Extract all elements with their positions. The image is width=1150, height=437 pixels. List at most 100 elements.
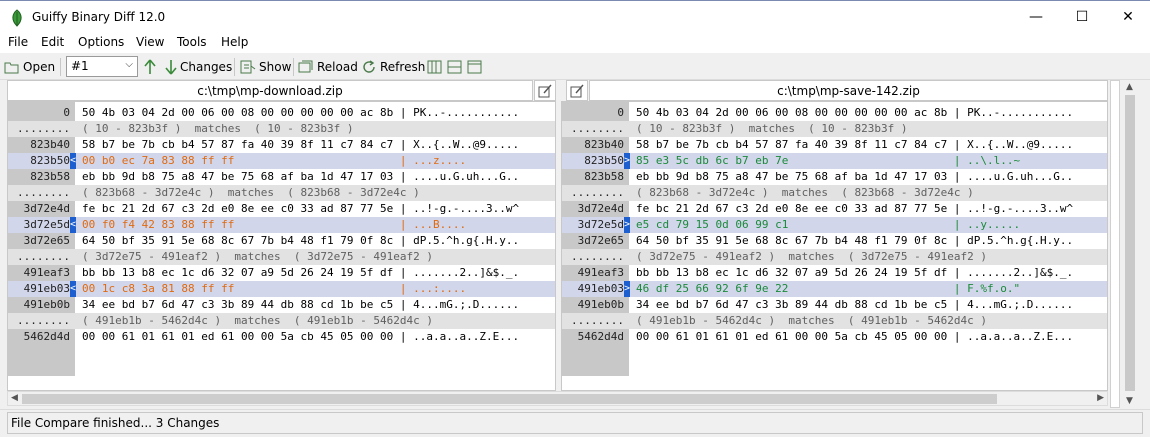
row-address: ........ (17, 122, 70, 135)
changed-row[interactable]: 3d72e5d > e5 cd 79 15 0d 06 99 c1 | ..y...… (562, 217, 1107, 233)
layout-single-button[interactable] (467, 57, 482, 77)
changed-row[interactable]: 823b50 >85 e3 5c db 6c b7 eb 7e | ..\.l..… (562, 153, 1107, 169)
hex-row[interactable]: 823b40 58 b7 be 7b cb b4 57 87 fa 40 39 8… (8, 137, 555, 153)
hex-bytes: 34 ee bd b7 6d 47 c3 3b 89 44 db 88 cd 1… (636, 298, 1074, 311)
row-address: 3d72e4d (23, 202, 70, 215)
open-folder-icon (4, 62, 19, 74)
match-summary-row[interactable]: ........ ( 3d72e75 - 491eaf2 ) matches ( … (8, 249, 555, 265)
split-horizontal-icon (447, 60, 462, 74)
row-address: 823b50 (584, 154, 624, 167)
left-edit-button[interactable] (534, 80, 556, 101)
row-address: 0 (63, 106, 70, 119)
row-address: ........ (17, 186, 70, 199)
hex-row[interactable]: 3d72e4d fe bc 21 2d 67 c3 2d e0 8e ee c0 … (562, 201, 1107, 217)
hex-row[interactable]: 491eaf3 bb bb 13 b8 ec 1c d6 32 07 a9 5d … (8, 265, 555, 281)
hex-bytes: 85 e3 5c db 6c b7 eb 7e | ..\.l..~ (636, 154, 1021, 167)
match-summary-row[interactable]: ........ ( 3d72e75 - 491eaf2 ) matches ( … (562, 249, 1107, 265)
hex-bytes: 00 b0 ec 7a 83 88 ff ff | ...z.... (82, 154, 467, 167)
toolbar: Open #1 ⌵ Changes Show Reload Refresh (0, 53, 1150, 80)
hex-row[interactable]: 823b40 58 b7 be 7b cb b4 57 87 fa 40 39 8… (562, 137, 1107, 153)
changed-row[interactable]: 491eb03 <00 1c c8 3a 81 88 ff ff | ...:..… (8, 281, 555, 297)
show-button[interactable]: Show (240, 57, 291, 77)
match-summary-row[interactable]: ........ ( 823b68 - 3d72e4c ) matches ( 8… (562, 185, 1107, 201)
hex-row[interactable]: 5462d4d 00 00 61 01 61 01 ed 61 00 00 5a … (8, 329, 555, 345)
minimize-button[interactable]: — (1013, 1, 1059, 33)
vertical-scrollbar[interactable]: ▲ ▼ (1122, 80, 1138, 408)
right-hex-pane[interactable]: 0 50 4b 03 04 2d 00 06 00 08 00 00 00 00 … (561, 101, 1108, 391)
scroll-left-icon[interactable]: ◀ (11, 393, 18, 403)
layout-over-under-button[interactable] (447, 57, 462, 77)
scroll-up-icon[interactable]: ▲ (1126, 82, 1133, 92)
row-address: 3d72e65 (23, 234, 70, 247)
close-button[interactable]: ✕ (1105, 1, 1150, 33)
open-button[interactable]: Open (4, 57, 55, 77)
change-selector-dropdown[interactable]: #1 ⌵ (66, 56, 138, 77)
changed-row[interactable]: 491eb03 >46 df 25 66 92 6f 9e 22 | F.%f.o… (562, 281, 1107, 297)
row-address: ........ (571, 314, 624, 327)
hex-row[interactable]: 491eb0b 34 ee bd b7 6d 47 c3 3b 89 44 db … (562, 297, 1107, 313)
row-address: 823b40 (30, 138, 70, 151)
menu-options[interactable]: Options (78, 35, 124, 49)
match-summary-row[interactable]: ........ ( 491eb1b - 5462d4c ) matches ( … (8, 313, 555, 329)
refresh-button[interactable]: Refresh (361, 57, 425, 77)
menu-tools[interactable]: Tools (177, 35, 207, 49)
status-bar: File Compare finished... 3 Changes (0, 409, 1150, 437)
menu-view[interactable]: View (136, 35, 164, 49)
open-label: Open (23, 60, 56, 74)
layout-side-by-side-button[interactable] (427, 57, 442, 77)
row-address: 5462d4d (23, 330, 70, 343)
row-address: ........ (571, 186, 624, 199)
hex-bytes: 00 00 61 01 61 01 ed 61 00 00 5a cb 45 0… (636, 330, 1074, 343)
scroll-right-icon[interactable]: ▶ (1097, 393, 1104, 403)
row-address: ........ (571, 250, 624, 263)
menu-help[interactable]: Help (221, 35, 248, 49)
previous-change-button[interactable] (144, 57, 156, 77)
row-address: 3d72e65 (577, 234, 624, 247)
reload-button[interactable]: Reload (298, 57, 358, 77)
maximize-button[interactable]: ☐ (1059, 1, 1105, 33)
hex-bytes: ( 491eb1b - 5462d4c ) matches ( 491eb1b … (636, 314, 987, 327)
hex-row[interactable]: 491eaf3 bb bb 13 b8 ec 1c d6 32 07 a9 5d … (562, 265, 1107, 281)
hex-bytes: 00 00 61 01 61 01 ed 61 00 00 5a cb 45 0… (82, 330, 520, 343)
changed-row[interactable]: 823b50 <00 b0 ec 7a 83 88 ff ff | ...z...… (8, 153, 555, 169)
match-summary-row[interactable]: ........ ( 10 - 823b3f ) matches ( 10 - 8… (8, 121, 555, 137)
row-address: ........ (17, 314, 70, 327)
hex-row[interactable]: 5462d4d 00 00 61 01 61 01 ed 61 00 00 5a … (562, 329, 1107, 345)
match-summary-row[interactable]: ........ ( 491eb1b - 5462d4c ) matches ( … (562, 313, 1107, 329)
match-summary-row[interactable]: ........ ( 823b68 - 3d72e4c ) matches ( 8… (8, 185, 555, 201)
hex-bytes: fe bc 21 2d 67 c3 2d e0 8e ee c0 33 ad 8… (82, 202, 520, 215)
hex-bytes: ( 3d72e75 - 491eaf2 ) matches ( 3d72e75 … (82, 250, 433, 263)
change-marker: > (624, 217, 630, 233)
change-marker: < (70, 217, 76, 233)
hex-bytes: fe bc 21 2d 67 c3 2d e0 8e ee c0 33 ad 8… (636, 202, 1074, 215)
menu-file[interactable]: File (8, 35, 28, 49)
left-hex-pane[interactable]: 0 50 4b 03 04 2d 00 06 00 08 00 00 00 00 … (7, 101, 556, 391)
hex-row[interactable]: 0 50 4b 03 04 2d 00 06 00 08 00 00 00 00 … (8, 105, 555, 121)
changed-row[interactable]: 3d72e5d <00 f0 f4 42 83 88 ff ff | ...B..… (8, 217, 555, 233)
horizontal-scrollbar[interactable]: ◀ ▶ (7, 391, 1108, 406)
right-edit-button[interactable] (566, 80, 588, 101)
hex-row[interactable]: 3d72e65 64 50 bf 35 91 5e 68 8c 67 7b b4 … (8, 233, 555, 249)
horizontal-scroll-thumb[interactable] (22, 394, 997, 404)
row-address: 491eb03 (23, 282, 70, 295)
hex-row[interactable]: 823b58 eb bb 9d b8 75 a8 47 be 75 68 af b… (562, 169, 1107, 185)
hex-row[interactable]: 3d72e4d fe bc 21 2d 67 c3 2d e0 8e ee c0 … (8, 201, 555, 217)
menu-edit[interactable]: Edit (41, 35, 64, 49)
hex-row[interactable]: 3d72e65 64 50 bf 35 91 5e 68 8c 67 7b b4 … (562, 233, 1107, 249)
toolbar-separator (234, 58, 235, 76)
right-file-header: c:\tmp\mp-save-142.zip (589, 80, 1108, 101)
hex-bytes: ( 10 - 823b3f ) matches ( 10 - 823b3f ) (82, 122, 354, 135)
scroll-down-icon[interactable]: ▼ (1126, 396, 1133, 406)
vertical-scroll-thumb[interactable] (1125, 95, 1135, 391)
window-title: Guiffy Binary Diff 12.0 (32, 10, 166, 24)
hex-bytes: 58 b7 be 7b cb b4 57 87 fa 40 39 8f 11 c… (82, 138, 520, 151)
hex-row[interactable]: 823b58 eb bb 9d b8 75 a8 47 be 75 68 af b… (8, 169, 555, 185)
match-summary-row[interactable]: ........ ( 10 - 823b3f ) matches ( 10 - 8… (562, 121, 1107, 137)
row-address: 491eb0b (577, 298, 624, 311)
row-address: 3d72e5d (23, 218, 70, 231)
hex-row[interactable]: 491eb0b 34 ee bd b7 6d 47 c3 3b 89 44 db … (8, 297, 555, 313)
change-overview-strip[interactable] (1110, 80, 1120, 408)
hex-bytes: eb bb 9d b8 75 a8 47 be 75 68 af ba 1d 4… (82, 170, 520, 183)
next-change-button[interactable]: Changes (165, 57, 232, 77)
hex-row[interactable]: 0 50 4b 03 04 2d 00 06 00 08 00 00 00 00 … (562, 105, 1107, 121)
